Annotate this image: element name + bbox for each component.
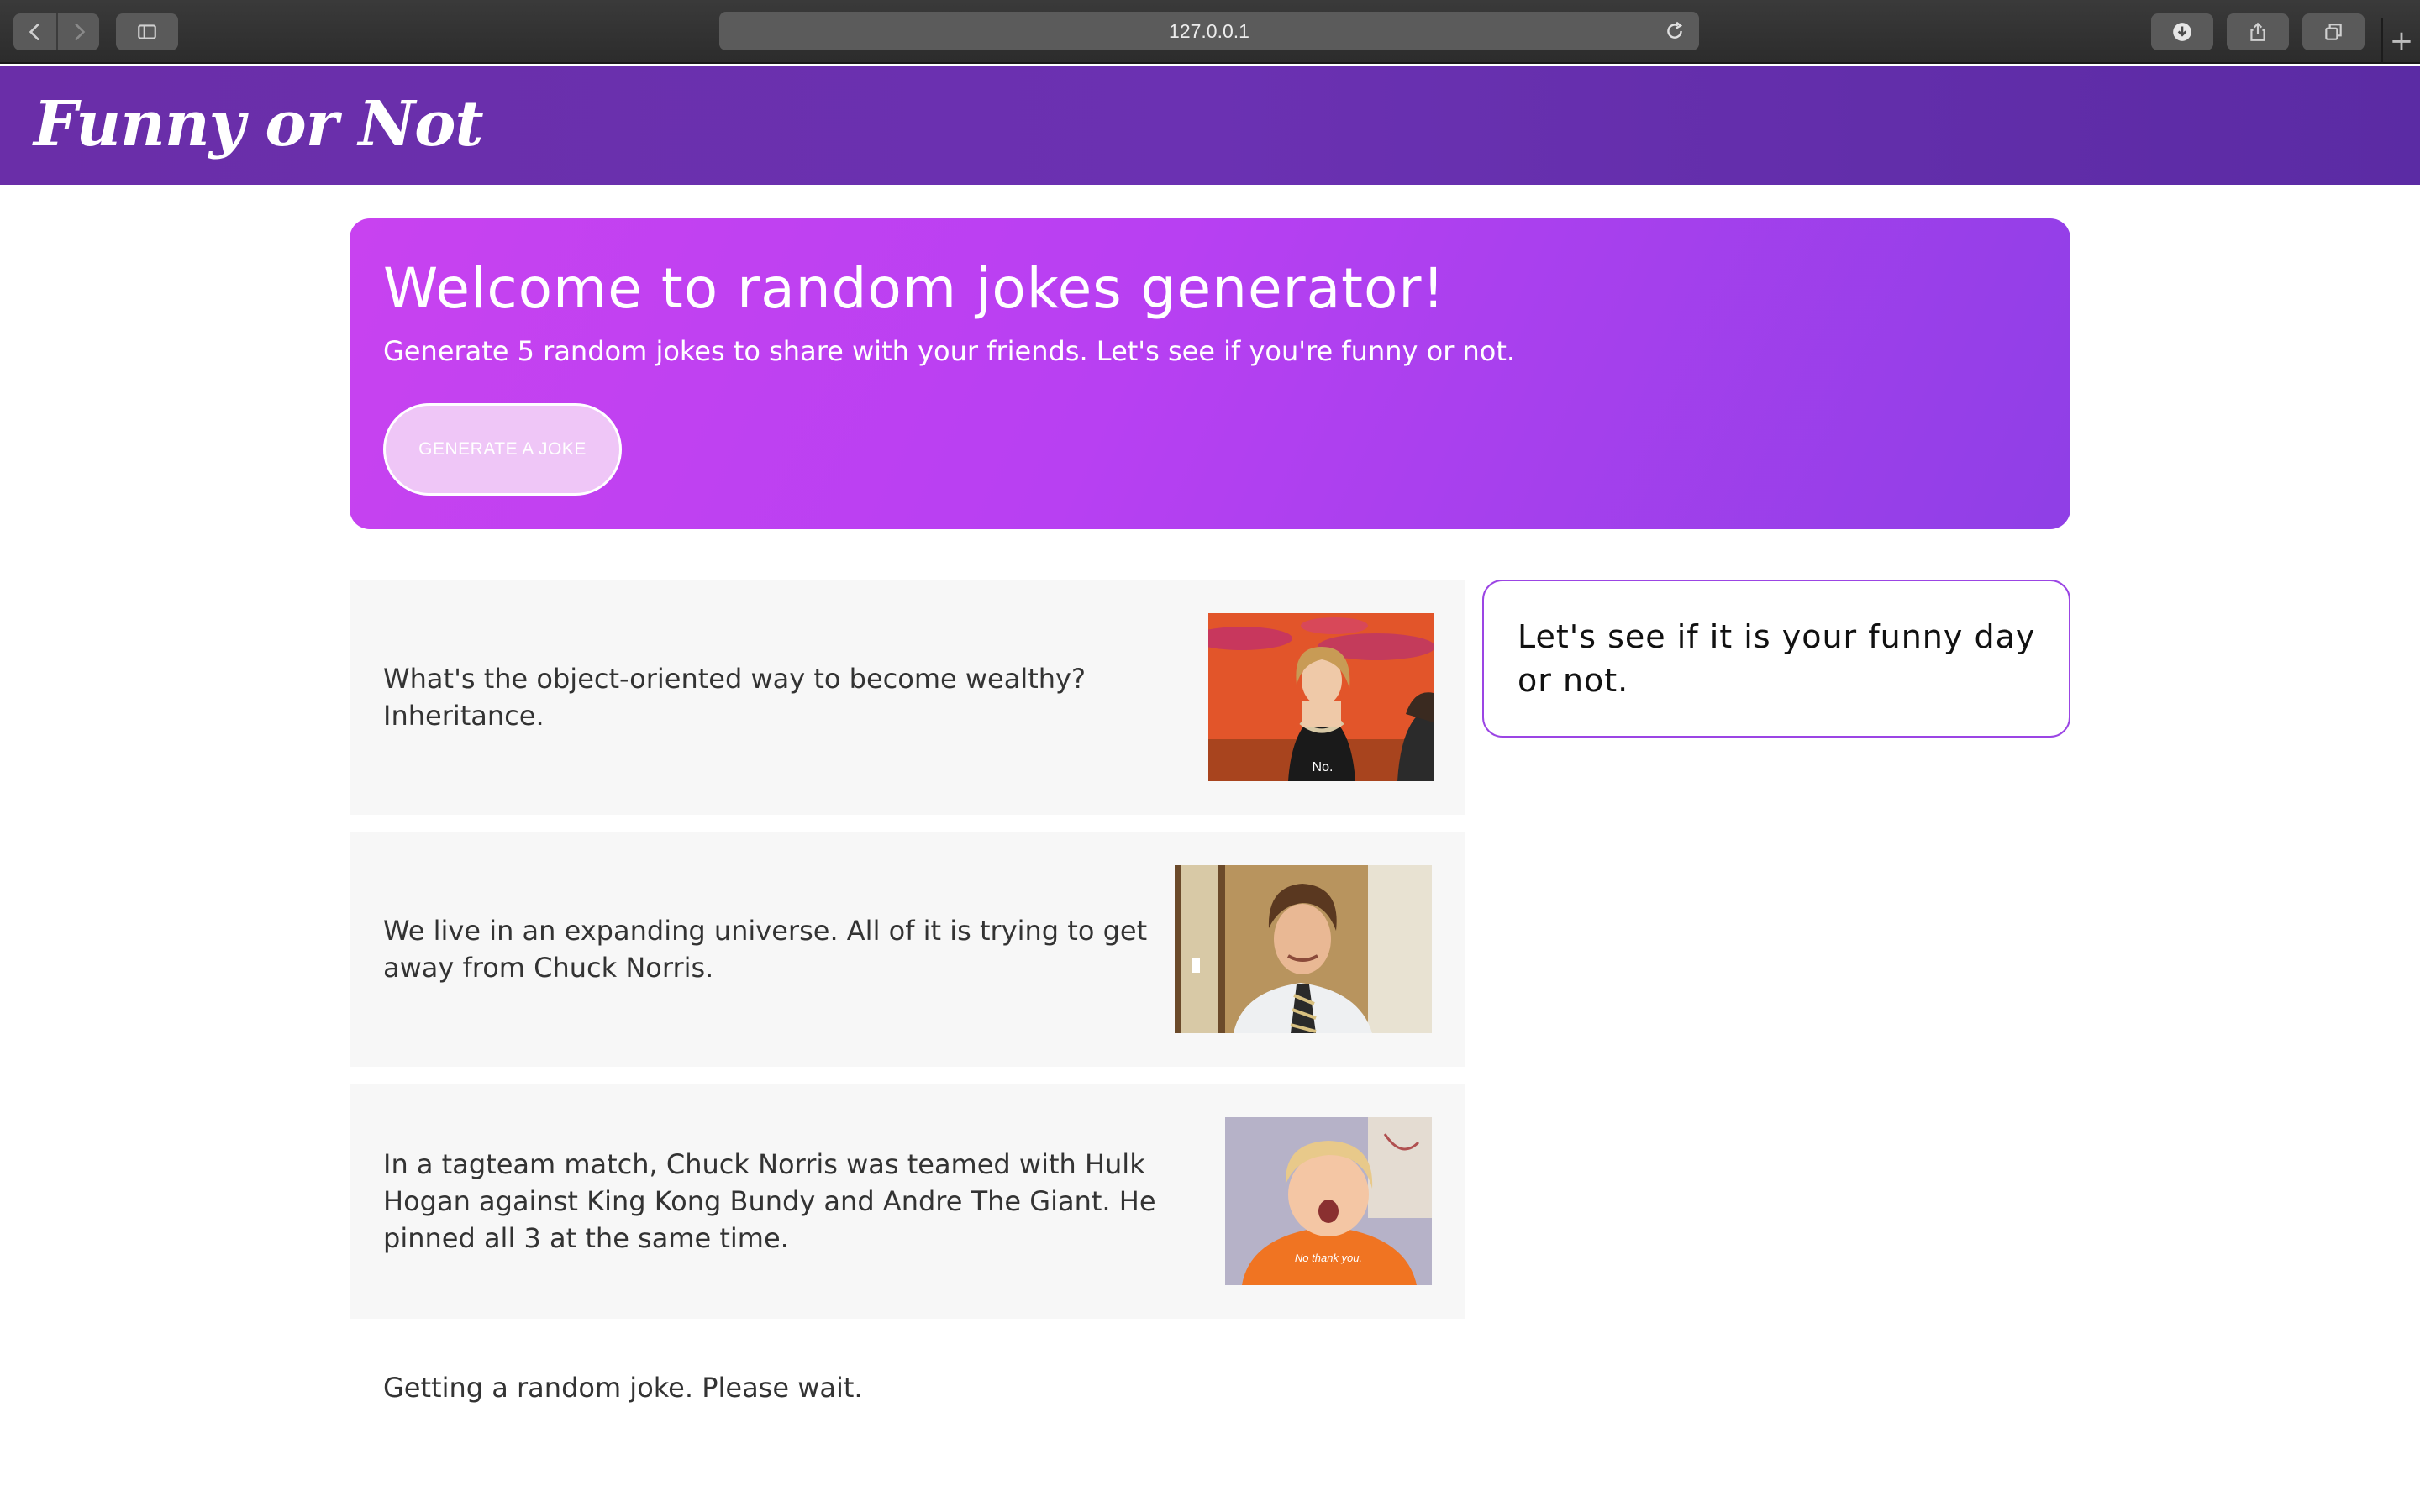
share-icon (2250, 22, 2265, 41)
download-icon (2173, 23, 2191, 41)
hero-banner: Welcome to random jokes generator! Gener… (350, 218, 2070, 529)
joke-card: What's the object-oriented way to become… (350, 580, 1465, 815)
address-bar[interactable]: 127.0.0.1 (719, 12, 1699, 50)
back-button[interactable] (13, 13, 56, 50)
reaction-gif: No thank you. (1225, 1117, 1432, 1285)
reaction-gif (1175, 865, 1432, 1033)
plus-icon: + (2389, 24, 2414, 58)
gif-caption: No thank you. (1295, 1252, 1362, 1264)
browser-toolbar: 127.0.0.1 + (0, 0, 2420, 64)
joke-text: In a tagteam match, Chuck Norris was tea… (383, 1148, 1156, 1254)
funny-day-message: Let's see if it is your funny day or not… (1518, 618, 2036, 699)
app-header: Funny or Not (0, 66, 2420, 185)
brand-logo[interactable]: Funny or Not (34, 82, 484, 166)
forward-icon (74, 24, 85, 40)
downloads-button[interactable] (2151, 13, 2213, 50)
forward-button[interactable] (56, 13, 99, 50)
hero-subtitle: Generate 5 random jokes to share with yo… (383, 335, 1516, 367)
reload-icon[interactable] (1664, 20, 1686, 42)
generate-joke-button[interactable]: GENERATE A JOKE (383, 403, 622, 496)
joke-text: We live in an expanding universe. All of… (383, 915, 1148, 984)
funny-day-box: Let's see if it is your funny day or not… (1482, 580, 2070, 738)
new-tab-button[interactable]: + (2381, 18, 2420, 64)
loading-message: Getting a random joke. Please wait. (383, 1372, 863, 1404)
tabs-overview-button[interactable] (2302, 13, 2365, 50)
sidebar-button[interactable] (116, 13, 178, 50)
share-button[interactable] (2227, 13, 2289, 50)
reaction-gif: No. (1208, 613, 1434, 781)
back-icon (29, 24, 39, 40)
joke-card: We live in an expanding universe. All of… (350, 832, 1465, 1067)
joke-card: In a tagteam match, Chuck Norris was tea… (350, 1084, 1465, 1319)
nav-buttons (13, 13, 99, 50)
tabs-icon (2325, 24, 2342, 40)
joke-text: What's the object-oriented way to become… (383, 663, 1086, 732)
url-text: 127.0.0.1 (1169, 20, 1249, 42)
sidebar-icon (138, 24, 156, 39)
gif-caption: No. (1313, 760, 1334, 774)
hero-title: Welcome to random jokes generator! (383, 256, 1445, 321)
